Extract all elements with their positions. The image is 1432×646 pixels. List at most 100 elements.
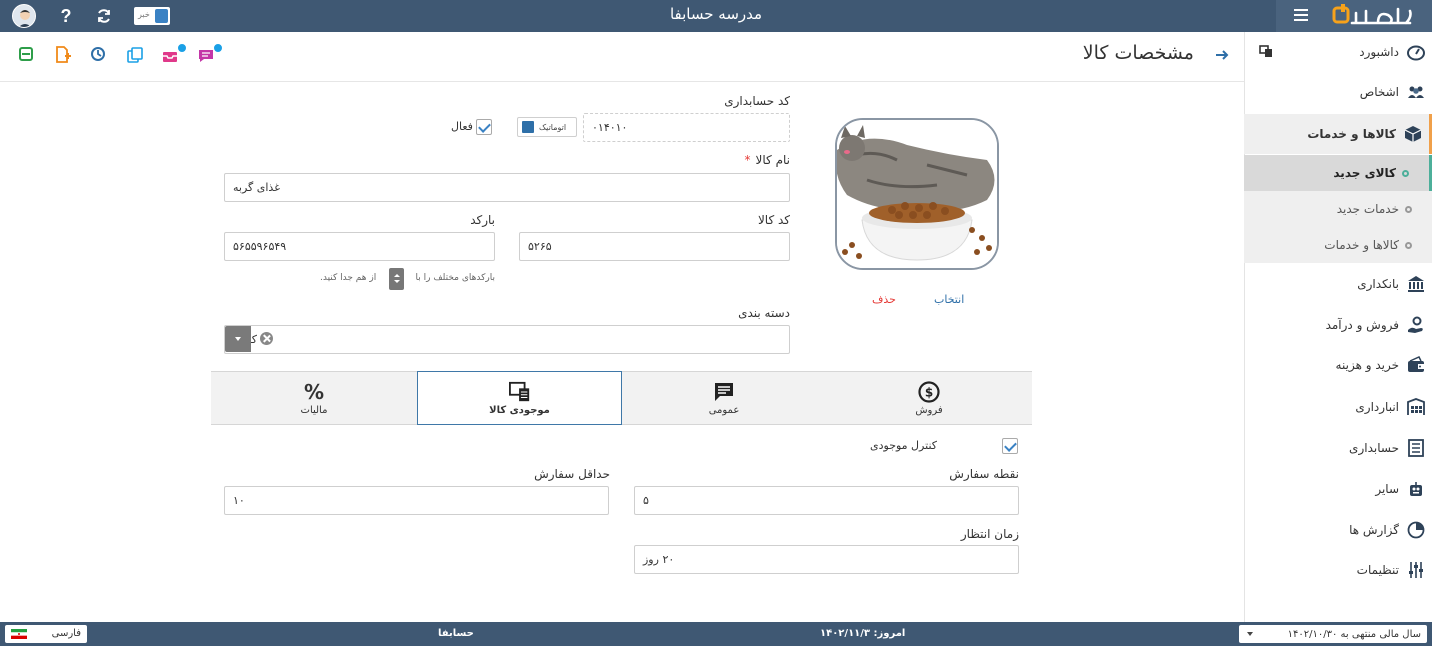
sidebar-item-purchases[interactable]: خرید و هزینه (1244, 345, 1432, 385)
lead-time-input[interactable]: ۲۰ روز (634, 545, 1019, 574)
news-label: خبر (138, 10, 150, 19)
sidebar-item-products[interactable]: کالاها و خدمات (1244, 114, 1432, 154)
sidebar: داشبورد اشخاص کالاها و خدمات کالای جدید … (1244, 32, 1432, 622)
copy-icon[interactable] (126, 46, 146, 66)
today-date: امروز: ۱۴۰۲/۱۱/۳ (820, 628, 906, 639)
toolbar (18, 43, 234, 66)
tab-general[interactable]: عمومی (622, 372, 826, 425)
tab-label: موجودی کالا (489, 404, 550, 416)
product-name-label-row: نام کالا * (745, 153, 790, 167)
page-title: مشخصات کالا (1082, 42, 1194, 64)
sidebar-item-banking[interactable]: بانکداری (1244, 264, 1432, 304)
sidebar-item-other[interactable]: سایر (1244, 469, 1432, 509)
language-select[interactable]: فارسی (5, 625, 87, 643)
sidebar-item-label: حسابداری (1349, 441, 1399, 455)
barcode-label: بارکد (470, 213, 495, 227)
sidebar-item-settings[interactable]: تنظیمات (1244, 550, 1432, 590)
dollar-circle-icon: $ (918, 381, 940, 403)
svg-text:$: $ (925, 386, 933, 400)
category-select[interactable]: کالاها (224, 325, 790, 354)
user-avatar[interactable] (12, 4, 36, 28)
product-name-label: نام کالا (755, 153, 790, 167)
product-code-input[interactable]: ۵۲۶۵ (519, 232, 790, 261)
page-header: مشخصات کالا (0, 32, 1244, 82)
sidebar-item-warehouse[interactable]: انبارداری (1244, 387, 1432, 427)
product-tabs: $ فروش عمومی موجودی کالا % مالیات (211, 371, 1032, 425)
top-bar-tools: ? خبر (0, 0, 170, 32)
tab-label: عمومی (708, 405, 740, 416)
notification-badge (213, 43, 223, 53)
barcode-hint-part-b: از هم جدا کنید. (320, 273, 377, 283)
category-dropdown-button[interactable] (225, 326, 251, 352)
sidebar-item-label: بانکداری (1357, 277, 1399, 291)
account-code-field[interactable]: ۰۱۴۰۱۰ (583, 113, 790, 142)
back-arrow-icon[interactable] (1214, 47, 1230, 63)
product-name-input[interactable]: غذای گربه (224, 173, 790, 202)
tab-label: مالیات (300, 405, 328, 416)
sidebar-subitem-label: کالاها و خدمات (1324, 238, 1399, 252)
sidebar-item-label: کالاها و خدمات (1307, 127, 1396, 141)
footer-brand: حسابفا (438, 628, 474, 639)
sidebar-item-accounting[interactable]: حسابداری (1244, 428, 1432, 468)
news-toggle[interactable]: خبر (134, 7, 170, 25)
sidebar-subitem-products-services[interactable]: کالاها و خدمات (1244, 227, 1432, 263)
sidebar-item-label: فروش و درآمد (1325, 318, 1399, 332)
tab-tax[interactable]: % مالیات (211, 372, 417, 425)
lead-time-label: زمان انتظار (960, 527, 1019, 541)
required-star: * (744, 153, 751, 167)
product-code-label: کد کالا (757, 213, 790, 227)
sidebar-item-reports[interactable]: گزارش ها (1244, 510, 1432, 550)
sidebar-subitem-label: کالای جدید (1333, 166, 1396, 180)
dashboard-gauge-icon (1406, 42, 1426, 62)
sales-icon (1406, 315, 1426, 335)
barcode-input[interactable]: ۵۶۵۵۹۶۵۴۹ (224, 232, 495, 261)
product-image[interactable] (835, 118, 999, 270)
fiscal-year-select[interactable]: سال مالی منتهی به ۱۴۰۲/۱۰/۳۰ (1239, 625, 1427, 643)
auto-code-toggle[interactable]: اتوماتیک (517, 117, 577, 137)
history-clock-icon[interactable] (90, 46, 110, 66)
iran-flag-icon (11, 629, 27, 639)
menu-toggle-icon[interactable] (1294, 9, 1308, 21)
ledger-icon (1406, 438, 1426, 458)
sidebar-item-label: اشخاص (1359, 85, 1399, 99)
bullet-icon (1402, 169, 1409, 177)
select-image-link[interactable]: انتخاب (934, 293, 964, 306)
sidebar-subitem-new-service[interactable]: خدمات جدید (1244, 191, 1432, 227)
inventory-control-checkbox[interactable] (1002, 438, 1018, 454)
notification-badge (177, 43, 187, 53)
delete-image-link[interactable]: حذف (872, 293, 896, 306)
min-order-label: حداقل سفارش (534, 467, 610, 481)
wallet-icon (1406, 355, 1426, 375)
active-checkbox[interactable] (476, 119, 492, 135)
chevron-down-icon (1247, 632, 1253, 636)
status-bar: سال مالی منتهی به ۱۴۰۲/۱۰/۳۰ امروز: ۱۴۰۲… (0, 622, 1432, 646)
top-bar: مدرسه حسابفا ? خبر (0, 0, 1432, 32)
sidebar-item-label: خرید و هزینه (1335, 358, 1399, 372)
warehouse-icon (1406, 397, 1426, 417)
active-label: فعال (451, 120, 473, 133)
tab-sales[interactable]: $ فروش (826, 372, 1032, 425)
hesabfa-logo[interactable] (1332, 3, 1416, 29)
clear-category-icon[interactable] (260, 332, 273, 345)
barcode-separator-stepper[interactable] (389, 268, 404, 290)
barcode-hint-part-a: بارکدهای مختلف را با (415, 273, 495, 283)
sidebar-item-label: داشبورد (1359, 45, 1399, 59)
sidebar-subitem-new-product[interactable]: کالای جدید (1244, 155, 1432, 191)
tab-inventory[interactable]: موجودی کالا (417, 371, 622, 425)
refresh-icon[interactable] (96, 6, 112, 26)
school-title: مدرسه حسابفا (669, 5, 763, 23)
chat-icon[interactable] (198, 43, 223, 66)
min-order-input[interactable]: ۱۰ (224, 486, 609, 515)
sidebar-subitem-label: خدمات جدید (1336, 202, 1399, 216)
sidebar-item-dashboard[interactable]: داشبورد (1244, 32, 1432, 72)
help-icon[interactable]: ? (58, 6, 74, 26)
sidebar-item-sales[interactable]: فروش و درآمد (1244, 305, 1432, 345)
add-document-icon[interactable] (54, 46, 74, 66)
save-icon[interactable] (18, 46, 38, 66)
auto-toggle-indicator (522, 121, 534, 133)
sidebar-item-people[interactable]: اشخاص (1244, 72, 1432, 112)
reorder-point-input[interactable]: ۵ (634, 486, 1019, 515)
inbox-icon[interactable] (162, 43, 187, 66)
box-icon (1403, 124, 1423, 144)
sidebar-item-label: سایر (1375, 482, 1399, 496)
